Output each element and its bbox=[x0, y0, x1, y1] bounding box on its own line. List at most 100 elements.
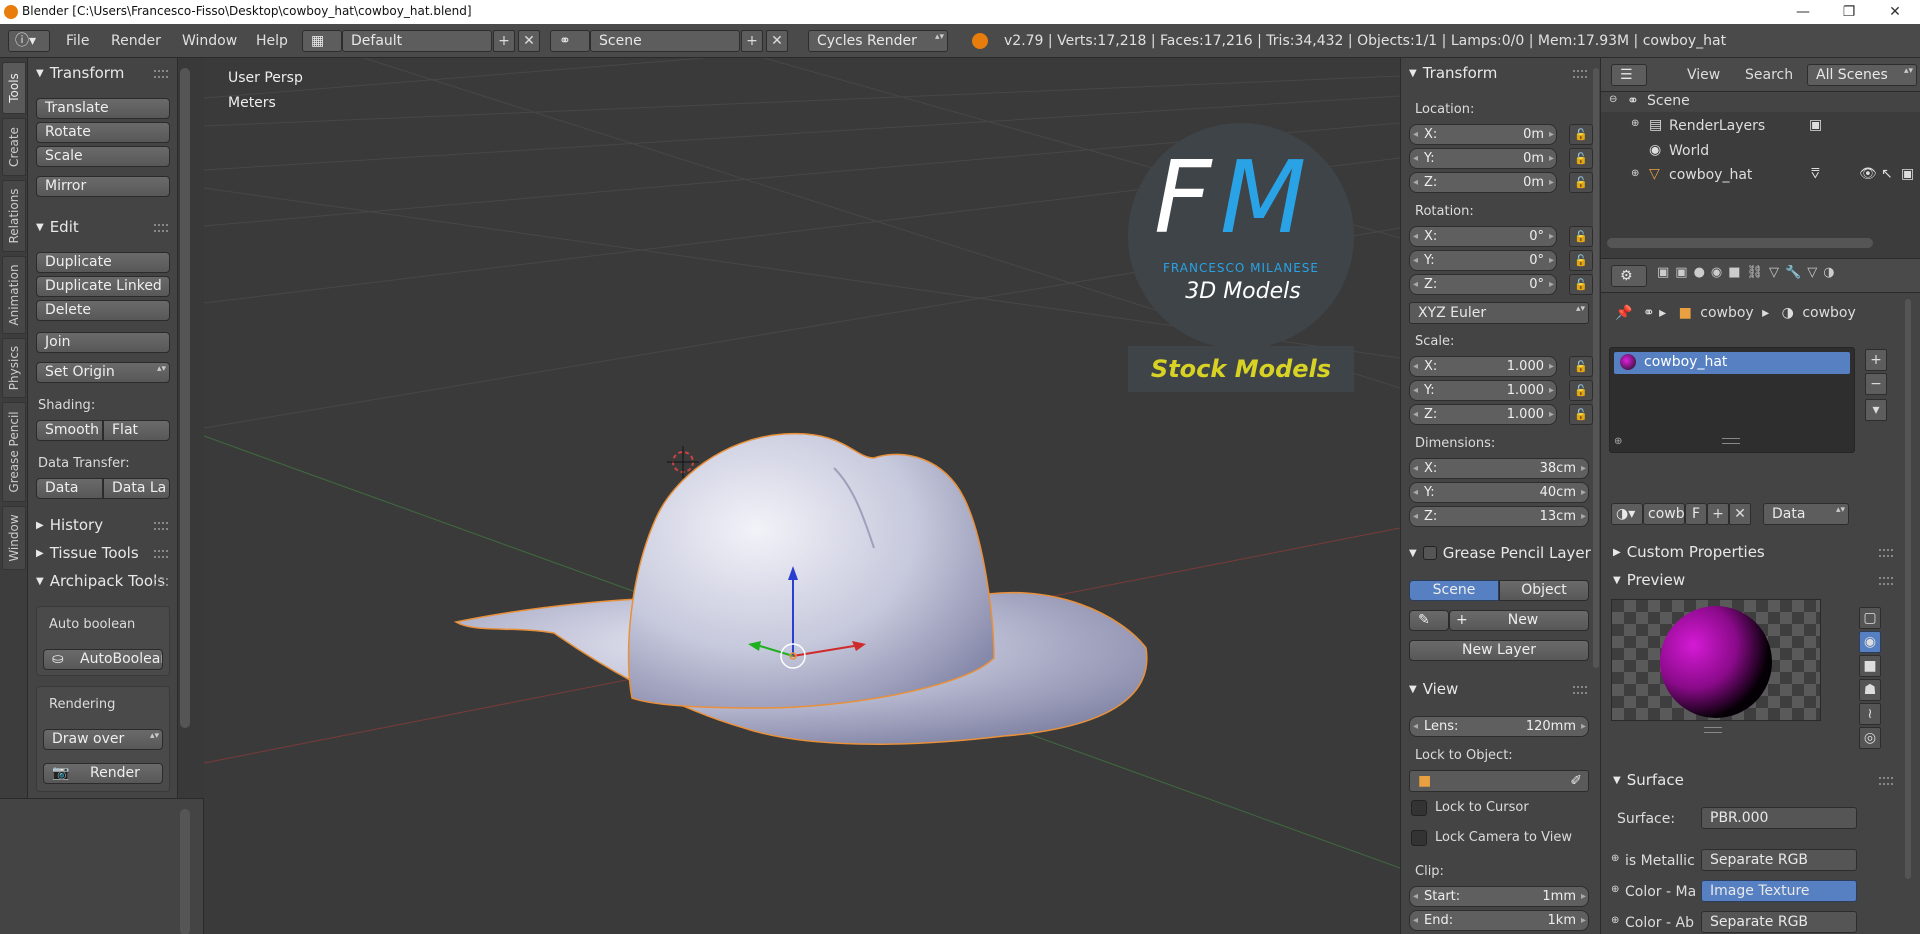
delete-button[interactable]: Delete bbox=[36, 300, 170, 321]
properties-editor-icon[interactable]: ⚙ bbox=[1611, 265, 1647, 287]
material-name-field[interactable]: cowb bbox=[1643, 503, 1685, 525]
dimensions-x-field[interactable]: X:38cm bbox=[1409, 458, 1589, 479]
unlink-material-icon[interactable]: ✕ bbox=[1729, 503, 1751, 525]
collapse-icon[interactable]: ⊖ bbox=[1609, 94, 1617, 105]
data-layout-button[interactable]: Data La bbox=[103, 478, 170, 499]
lock-icon[interactable]: 🔓 bbox=[1569, 226, 1593, 247]
lock-icon[interactable]: 🔓 bbox=[1569, 124, 1593, 145]
tab-grease-pencil[interactable]: Grease Pencil bbox=[2, 402, 26, 502]
selectable-cursor-icon[interactable]: ↖ bbox=[1881, 166, 1893, 182]
clip-start-field[interactable]: Start:1mm bbox=[1409, 886, 1589, 907]
location-x-field[interactable]: X:0m bbox=[1409, 124, 1557, 145]
gp-new-button[interactable]: + New bbox=[1449, 610, 1589, 631]
expand-icon[interactable]: ⊕ bbox=[1611, 853, 1619, 864]
panel-grip-icon[interactable] bbox=[1573, 686, 1587, 694]
display-mode-dropdown[interactable]: All Scenes bbox=[1807, 64, 1917, 86]
grease-pencil-checkbox[interactable] bbox=[1422, 546, 1437, 560]
tab-physics[interactable]: Physics bbox=[2, 338, 26, 398]
set-origin-dropdown[interactable]: Set Origin bbox=[36, 362, 170, 383]
location-y-field[interactable]: Y:0m bbox=[1409, 148, 1557, 169]
translate-button[interactable]: Translate bbox=[36, 98, 170, 119]
lock-icon[interactable]: 🔓 bbox=[1569, 172, 1593, 193]
lock-to-cursor-checkbox[interactable] bbox=[1411, 800, 1427, 816]
panel-grip-icon[interactable] bbox=[1879, 549, 1893, 557]
outliner-view-menu[interactable]: View bbox=[1687, 67, 1720, 83]
list-resize-grip[interactable] bbox=[1722, 438, 1740, 444]
editor-type-info-icon[interactable]: ⓘ▾ bbox=[8, 30, 50, 52]
transform-section-header[interactable]: Transform bbox=[36, 64, 125, 82]
add-layout-icon[interactable]: + bbox=[493, 30, 515, 52]
slot-specials-icon[interactable]: ▾ bbox=[1865, 399, 1887, 421]
tab-tools[interactable]: Tools bbox=[2, 62, 26, 114]
renderable-camera-icon[interactable]: ▣ bbox=[1901, 166, 1914, 182]
pin-icon[interactable]: 📌 bbox=[1615, 305, 1632, 321]
panel-grip-icon[interactable] bbox=[154, 578, 168, 586]
join-button[interactable]: Join bbox=[36, 332, 170, 353]
scale-x-field[interactable]: X:1.000 bbox=[1409, 356, 1557, 377]
new-layer-button[interactable]: New Layer bbox=[1409, 640, 1589, 661]
menu-file[interactable]: File bbox=[66, 33, 89, 49]
rotation-z-field[interactable]: Z:0° bbox=[1409, 274, 1557, 295]
outliner-row-renderlayers[interactable]: ⊕ ▤ RenderLayers ▣ bbox=[1601, 116, 1920, 138]
rotation-y-field[interactable]: Y:0° bbox=[1409, 250, 1557, 271]
preview-cube-icon[interactable]: ■ bbox=[1859, 655, 1881, 677]
material-slot-item[interactable]: cowboy_hat bbox=[1614, 352, 1850, 374]
menu-window[interactable]: Window bbox=[182, 33, 237, 49]
remove-slot-icon[interactable]: − bbox=[1865, 373, 1887, 395]
surface-shader-field[interactable]: PBR.000 bbox=[1701, 807, 1857, 829]
mirror-button[interactable]: Mirror bbox=[36, 176, 170, 197]
outliner-row-scene[interactable]: ⊖ ⚭ Scene bbox=[1601, 92, 1920, 112]
expand-icon[interactable]: ⊕ bbox=[1631, 118, 1639, 129]
transform-panel-header[interactable]: Transform bbox=[1409, 64, 1498, 82]
3d-viewport[interactable]: User Persp Meters F M FRANCESCO MILANESE… bbox=[204, 58, 1400, 934]
lens-field[interactable]: Lens:120mm bbox=[1409, 716, 1589, 737]
lock-icon[interactable]: 🔓 bbox=[1569, 148, 1593, 169]
render-layer-toggle-icon[interactable]: ▣ bbox=[1809, 117, 1822, 133]
preview-hair-icon[interactable]: ≀ bbox=[1859, 703, 1881, 725]
outliner-row-world[interactable]: ◉ World bbox=[1601, 142, 1920, 162]
archipack-section-header[interactable]: Archipack Tools bbox=[36, 572, 166, 590]
preview-sphere-icon[interactable]: ◉ bbox=[1859, 631, 1881, 653]
lock-camera-checkbox[interactable] bbox=[1411, 830, 1427, 846]
is-metallic-socket[interactable]: Separate RGB bbox=[1701, 849, 1857, 871]
clip-end-field[interactable]: End:1km bbox=[1409, 910, 1589, 931]
preview-header[interactable]: Preview bbox=[1613, 571, 1685, 589]
add-scene-icon[interactable]: + bbox=[741, 30, 763, 52]
scale-y-field[interactable]: Y:1.000 bbox=[1409, 380, 1557, 401]
add-slot-icon[interactable]: + bbox=[1865, 349, 1887, 371]
panel-grip-icon[interactable] bbox=[154, 70, 168, 78]
outliner-hscrollbar[interactable] bbox=[1607, 238, 1873, 248]
tissue-tools-section-header[interactable]: Tissue Tools bbox=[36, 544, 139, 562]
scale-button[interactable]: Scale bbox=[36, 146, 170, 167]
lock-icon[interactable]: 🔓 bbox=[1569, 250, 1593, 271]
custom-properties-header[interactable]: Custom Properties bbox=[1613, 543, 1765, 561]
maximize-button[interactable]: ❐ bbox=[1826, 0, 1872, 24]
dimensions-z-field[interactable]: Z:13cm bbox=[1409, 506, 1589, 527]
lock-icon[interactable]: 🔓 bbox=[1569, 380, 1593, 401]
minimize-button[interactable]: — bbox=[1780, 0, 1826, 24]
rotation-mode-dropdown[interactable]: XYZ Euler bbox=[1409, 302, 1589, 324]
location-z-field[interactable]: Z:0m bbox=[1409, 172, 1557, 193]
properties-scrollbar[interactable] bbox=[1905, 299, 1911, 879]
properties-context-tabs[interactable]: ▣▣●◉■⛓▽🔧▽◑ bbox=[1657, 265, 1920, 287]
scene-icon[interactable]: ⚭ bbox=[550, 30, 590, 52]
tab-create[interactable]: Create bbox=[2, 118, 26, 176]
flat-button[interactable]: Flat bbox=[103, 420, 170, 441]
gp-scene-button[interactable]: Scene bbox=[1409, 580, 1499, 601]
preview-world-icon[interactable]: ◎ bbox=[1859, 727, 1881, 749]
expand-icon[interactable]: ⊕ bbox=[1611, 915, 1619, 926]
preview-resize-grip[interactable] bbox=[1704, 727, 1722, 733]
visibility-eye-icon[interactable]: 👁 bbox=[1859, 166, 1877, 182]
tab-animation[interactable]: Animation bbox=[2, 256, 26, 334]
dimensions-y-field[interactable]: Y:40cm bbox=[1409, 482, 1589, 503]
lock-icon[interactable]: 🔓 bbox=[1569, 404, 1593, 425]
menu-render[interactable]: Render bbox=[111, 33, 161, 49]
scene-field[interactable]: Scene bbox=[590, 30, 740, 52]
tool-shelf-scrollbar[interactable] bbox=[180, 68, 190, 728]
grease-pencil-layer-header[interactable]: Grease Pencil Layer bbox=[1409, 544, 1599, 562]
history-section-header[interactable]: History bbox=[36, 516, 103, 534]
preview-flat-icon[interactable]: ▢ bbox=[1859, 607, 1881, 629]
remove-scene-icon[interactable]: ✕ bbox=[766, 30, 788, 52]
scale-z-field[interactable]: Z:1.000 bbox=[1409, 404, 1557, 425]
pencil-icon[interactable]: ✎ bbox=[1409, 610, 1449, 631]
